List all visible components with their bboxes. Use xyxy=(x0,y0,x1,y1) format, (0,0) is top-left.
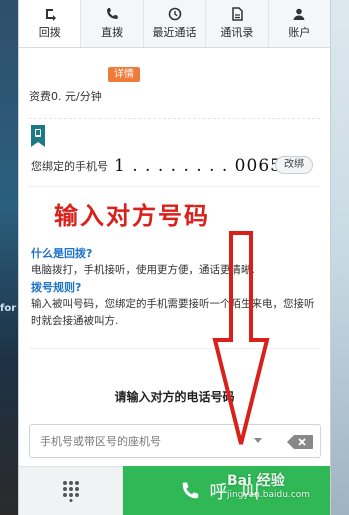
watermark-brand: Bai 经验 xyxy=(226,473,285,489)
callback-panel: 回拨 直拨 最近通话 通讯录 账户 详情 资费0. 元/分钟 您绑定的手机号 1… xyxy=(18,0,331,515)
annotation-arrow xyxy=(212,231,270,445)
background-text: for xyxy=(0,303,17,314)
background-right xyxy=(331,0,349,515)
watermark-url: jingyan.baidu.com xyxy=(226,490,310,500)
baidu-watermark: Bai 经验 jingyan.baidu.com xyxy=(227,470,310,500)
background-left xyxy=(0,0,18,515)
